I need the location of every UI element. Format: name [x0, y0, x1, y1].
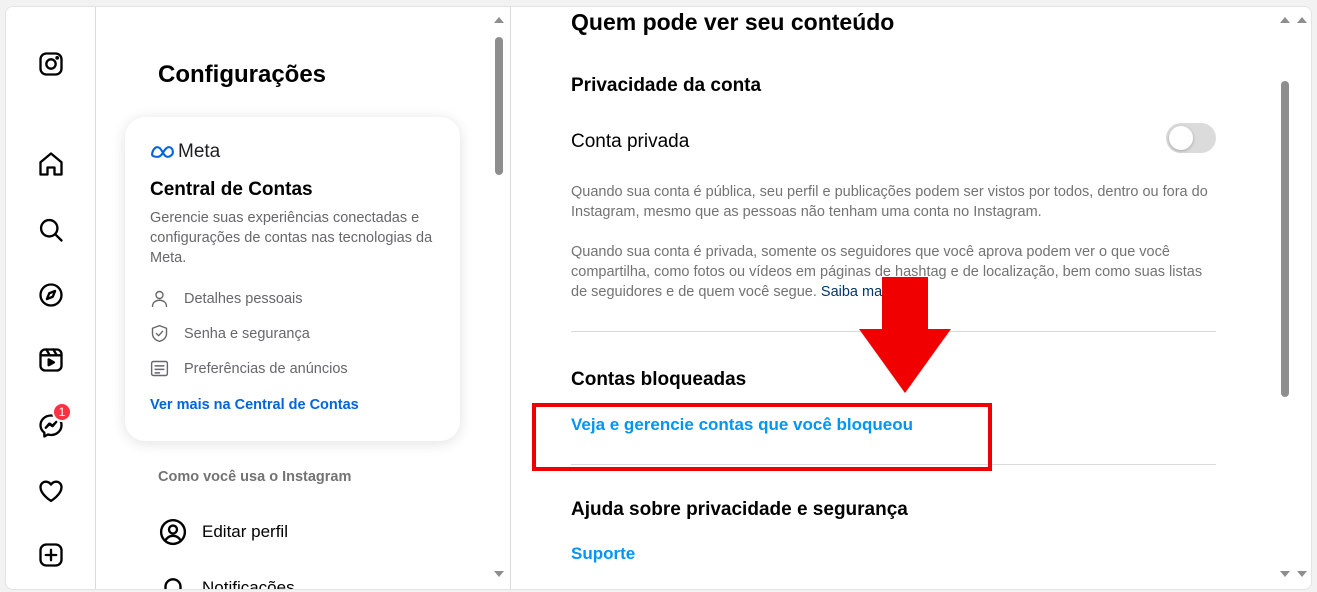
scroll-down-arrow[interactable]: [1297, 571, 1307, 577]
settings-panel: Configurações Meta Central de Contas Ger…: [97, 7, 509, 589]
scroll-up-arrow[interactable]: [494, 17, 504, 23]
scroll-up-arrow[interactable]: [1297, 17, 1307, 23]
scroll-down-arrow[interactable]: [494, 571, 504, 577]
shield-check-icon: [151, 324, 168, 343]
personal-details-label: Detalhes pessoais: [184, 290, 303, 307]
edit-profile-label: Editar perfil: [202, 522, 288, 541]
outer-scrollbar[interactable]: [1294, 7, 1310, 589]
notifications-label: Notificações: [202, 578, 295, 589]
nav-rail: 1: [6, 7, 96, 589]
content-scrollbar[interactable]: [1277, 7, 1293, 589]
search-icon[interactable]: [35, 214, 67, 246]
private-account-label: Conta privada: [571, 131, 690, 152]
privacy-help-heading: Ajuda sobre privacidade e segurança: [571, 499, 908, 520]
content-scroll-thumb[interactable]: [1281, 81, 1289, 397]
reels-icon[interactable]: [35, 344, 67, 376]
ad-preferences-icon: [150, 360, 169, 377]
meta-brand-label: Meta: [178, 141, 221, 162]
settings-scroll-thumb[interactable]: [495, 37, 503, 175]
password-security-item[interactable]: Senha e segurança: [149, 323, 310, 344]
accounts-center-description: Gerencie suas experiências conectadas e …: [150, 210, 433, 266]
red-highlight-box: [532, 403, 992, 471]
instagram-logo-icon[interactable]: [35, 48, 67, 80]
explore-icon[interactable]: [35, 279, 67, 311]
scroll-down-arrow[interactable]: [1280, 571, 1290, 577]
messages-badge: 1: [52, 402, 72, 422]
ad-preferences-item[interactable]: Preferências de anúncios: [149, 358, 348, 379]
blocked-accounts-heading: Contas bloqueadas: [571, 369, 747, 390]
meta-logo: Meta: [150, 141, 220, 163]
home-icon[interactable]: [35, 148, 67, 180]
scroll-up-arrow[interactable]: [1280, 17, 1290, 23]
bell-icon: [164, 578, 182, 589]
settings-scrollbar[interactable]: [491, 7, 507, 589]
edit-profile-item[interactable]: Editar perfil: [158, 517, 288, 547]
heart-icon[interactable]: [35, 475, 67, 507]
personal-details-item[interactable]: Detalhes pessoais: [149, 288, 303, 309]
browser-frame: 1 Configurações Meta Central de Contas G…: [5, 6, 1312, 590]
settings-title: Configurações: [158, 61, 327, 88]
private-account-toggle[interactable]: [1166, 123, 1216, 153]
account-privacy-heading: Privacidade da conta: [571, 75, 762, 96]
password-security-label: Senha e segurança: [184, 325, 310, 342]
toggle-knob: [1169, 126, 1193, 150]
red-arrow-annotation-icon: [859, 277, 951, 393]
support-link[interactable]: Suporte: [571, 544, 635, 564]
meta-infinity-icon: [151, 146, 174, 158]
create-icon[interactable]: [35, 539, 67, 571]
section-label-how-you-use: Como você usa o Instagram: [158, 469, 352, 485]
public-account-description: Quando sua conta é pública, seu perfil e…: [571, 184, 1208, 220]
profile-circle-icon: [159, 518, 187, 546]
messenger-icon[interactable]: 1: [35, 402, 72, 442]
content-title: Quem pode ver seu conteúdo: [571, 9, 895, 35]
accounts-center-link[interactable]: Ver mais na Central de Contas: [150, 397, 359, 413]
notifications-item[interactable]: Notificações: [158, 573, 295, 589]
ad-preferences-label: Preferências de anúncios: [184, 360, 348, 377]
person-icon: [151, 290, 168, 308]
accounts-center-title: Central de Contas: [150, 179, 313, 200]
accounts-center-card[interactable]: Meta Central de Contas Gerencie suas exp…: [125, 117, 460, 441]
